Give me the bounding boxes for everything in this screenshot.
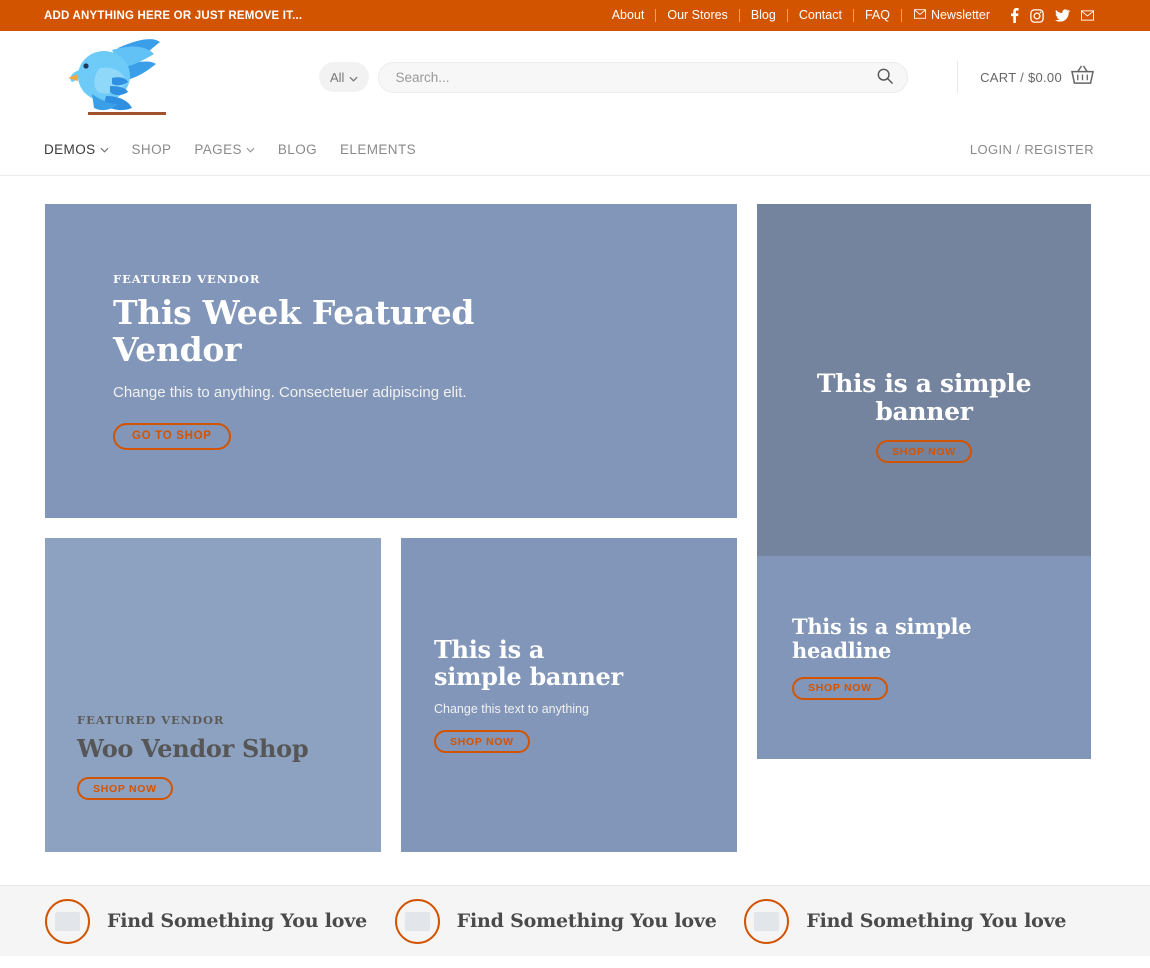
social-icons <box>1001 8 1094 23</box>
nav-item-pages[interactable]: PAGES <box>194 142 255 157</box>
banner-woo-vendor-shop-button[interactable]: SHOP NOW <box>77 777 173 800</box>
feature-item[interactable]: Find Something You love <box>744 898 1094 944</box>
chevron-down-icon <box>100 145 109 155</box>
topbar-tagline: ADD ANYTHING HERE OR JUST REMOVE IT... <box>44 9 303 22</box>
banner-section: FEATURED VENDOR This Week Featured Vendo… <box>0 176 1150 852</box>
topbar-link-blog[interactable]: Blog <box>740 9 788 22</box>
newsletter-link[interactable]: Newsletter <box>902 9 1001 22</box>
search-category-select[interactable]: All <box>319 62 370 92</box>
feature-label: Find Something You love <box>107 910 367 932</box>
banner-featured-vendor[interactable]: FEATURED VENDOR This Week Featured Vendo… <box>45 204 737 518</box>
banner-simple-content: This is a simple banner Change this text… <box>401 538 737 852</box>
basket-icon <box>1071 65 1094 90</box>
nav-item-demos[interactable]: DEMOS <box>44 142 109 157</box>
nav-list: DEMOS SHOP PAGES BLOG ELEMENTS <box>44 142 416 157</box>
feature-label: Find Something You love <box>806 910 1067 932</box>
feature-item[interactable]: Find Something You love <box>394 898 745 944</box>
banner-woo-vendor-shop[interactable]: FEATURED VENDOR Woo Vendor Shop SHOP NOW <box>45 538 381 852</box>
search-category-label: All <box>330 69 345 85</box>
banner-featured-vendor-button[interactable]: GO TO SHOP <box>113 422 231 450</box>
topbar-link-faq[interactable]: FAQ <box>854 9 902 22</box>
search-submit-button[interactable] <box>877 68 894 87</box>
features-strip: Find Something You love Find Something Y… <box>0 885 1150 956</box>
nav-item-pages-label: PAGES <box>194 141 242 157</box>
search-field[interactable] <box>378 61 909 93</box>
banner-tall-simple-title: This is a simple banner <box>816 369 1032 426</box>
nav-item-demos-label: DEMOS <box>44 141 96 157</box>
logo[interactable] <box>44 31 184 123</box>
feature-item[interactable]: Find Something You love <box>45 898 395 944</box>
banner-simple-title: This is a simple banner <box>434 634 623 691</box>
chevron-down-icon <box>246 145 255 155</box>
feature-icon-circle <box>744 898 790 944</box>
main-navigation: DEMOS SHOP PAGES BLOG ELEMENTS LOGIN / R… <box>0 123 1150 176</box>
nav-item-shop[interactable]: SHOP <box>132 142 172 157</box>
feature-icon-circle <box>45 898 90 944</box>
banner-featured-vendor-eyebrow: FEATURED VENDOR <box>113 272 261 287</box>
banner-featured-vendor-subtitle: Change this to anything. Consectetuer ad… <box>113 383 467 401</box>
facebook-icon[interactable] <box>1010 8 1019 23</box>
banner-grid: FEATURED VENDOR This Week Featured Vendo… <box>45 204 1092 852</box>
image-placeholder-icon <box>404 911 430 931</box>
newsletter-label: Newsletter <box>930 8 990 22</box>
banner-simple-subtitle: Change this text to anything <box>434 702 589 717</box>
cart-label: CART / $0.00 <box>980 69 1062 85</box>
feature-label: Find Something You love <box>456 910 717 932</box>
search-area: All <box>319 61 909 93</box>
banner-simple-button[interactable]: SHOP NOW <box>434 730 530 754</box>
banner-featured-vendor-content: FEATURED VENDOR This Week Featured Vendo… <box>45 204 737 518</box>
banner-tall-simple-button[interactable]: SHOP NOW <box>876 440 972 463</box>
cart-button[interactable]: CART / $0.00 <box>957 61 1094 93</box>
image-placeholder-icon <box>55 911 80 931</box>
search-icon <box>877 68 894 87</box>
banner-woo-vendor-shop-content: FEATURED VENDOR Woo Vendor Shop SHOP NOW <box>45 538 381 852</box>
banner-simple[interactable]: This is a simple banner Change this text… <box>401 538 737 852</box>
chevron-down-icon <box>349 70 358 85</box>
site-header: All CART / $0.00 <box>0 31 1150 123</box>
topbar-link-about[interactable]: About <box>601 9 657 22</box>
nav-item-elements[interactable]: ELEMENTS <box>340 142 416 157</box>
banner-subgrid: FEATURED VENDOR Woo Vendor Shop SHOP NOW… <box>45 538 737 852</box>
banner-headline-content: This is a simple headline SHOP NOW <box>757 556 1091 759</box>
top-bar: ADD ANYTHING HERE OR JUST REMOVE IT... A… <box>0 0 1150 31</box>
banner-headline-title: This is a simple headline <box>792 614 972 663</box>
banner-woo-vendor-shop-title: Woo Vendor Shop <box>77 734 309 764</box>
nav-item-blog[interactable]: BLOG <box>278 142 317 157</box>
email-icon[interactable] <box>1081 10 1094 21</box>
banner-headline[interactable]: This is a simple headline SHOP NOW <box>757 556 1091 759</box>
topbar-link-contact[interactable]: Contact <box>788 9 854 22</box>
search-input[interactable] <box>395 69 878 85</box>
banner-headline-button[interactable]: SHOP NOW <box>792 676 888 700</box>
topbar-links: About Our Stores Blog Contact FAQ Newsle… <box>601 8 1094 23</box>
feature-icon-circle <box>394 898 440 944</box>
bird-logo-icon <box>68 39 160 111</box>
image-placeholder-icon <box>754 911 780 931</box>
banner-featured-vendor-title: This Week Featured Vendor <box>113 293 475 369</box>
nav-item-shop-label: SHOP <box>131 141 172 157</box>
banner-woo-vendor-shop-eyebrow: FEATURED VENDOR <box>77 713 225 728</box>
logo-underline <box>88 112 166 115</box>
topbar-link-our-stores[interactable]: Our Stores <box>656 9 740 22</box>
envelope-icon <box>913 9 926 22</box>
login-register-link[interactable]: LOGIN / REGISTER <box>970 142 1094 157</box>
instagram-icon[interactable] <box>1030 8 1044 23</box>
nav-item-blog-label: BLOG <box>277 141 318 157</box>
twitter-icon[interactable] <box>1055 9 1070 22</box>
nav-item-elements-label: ELEMENTS <box>340 141 416 157</box>
